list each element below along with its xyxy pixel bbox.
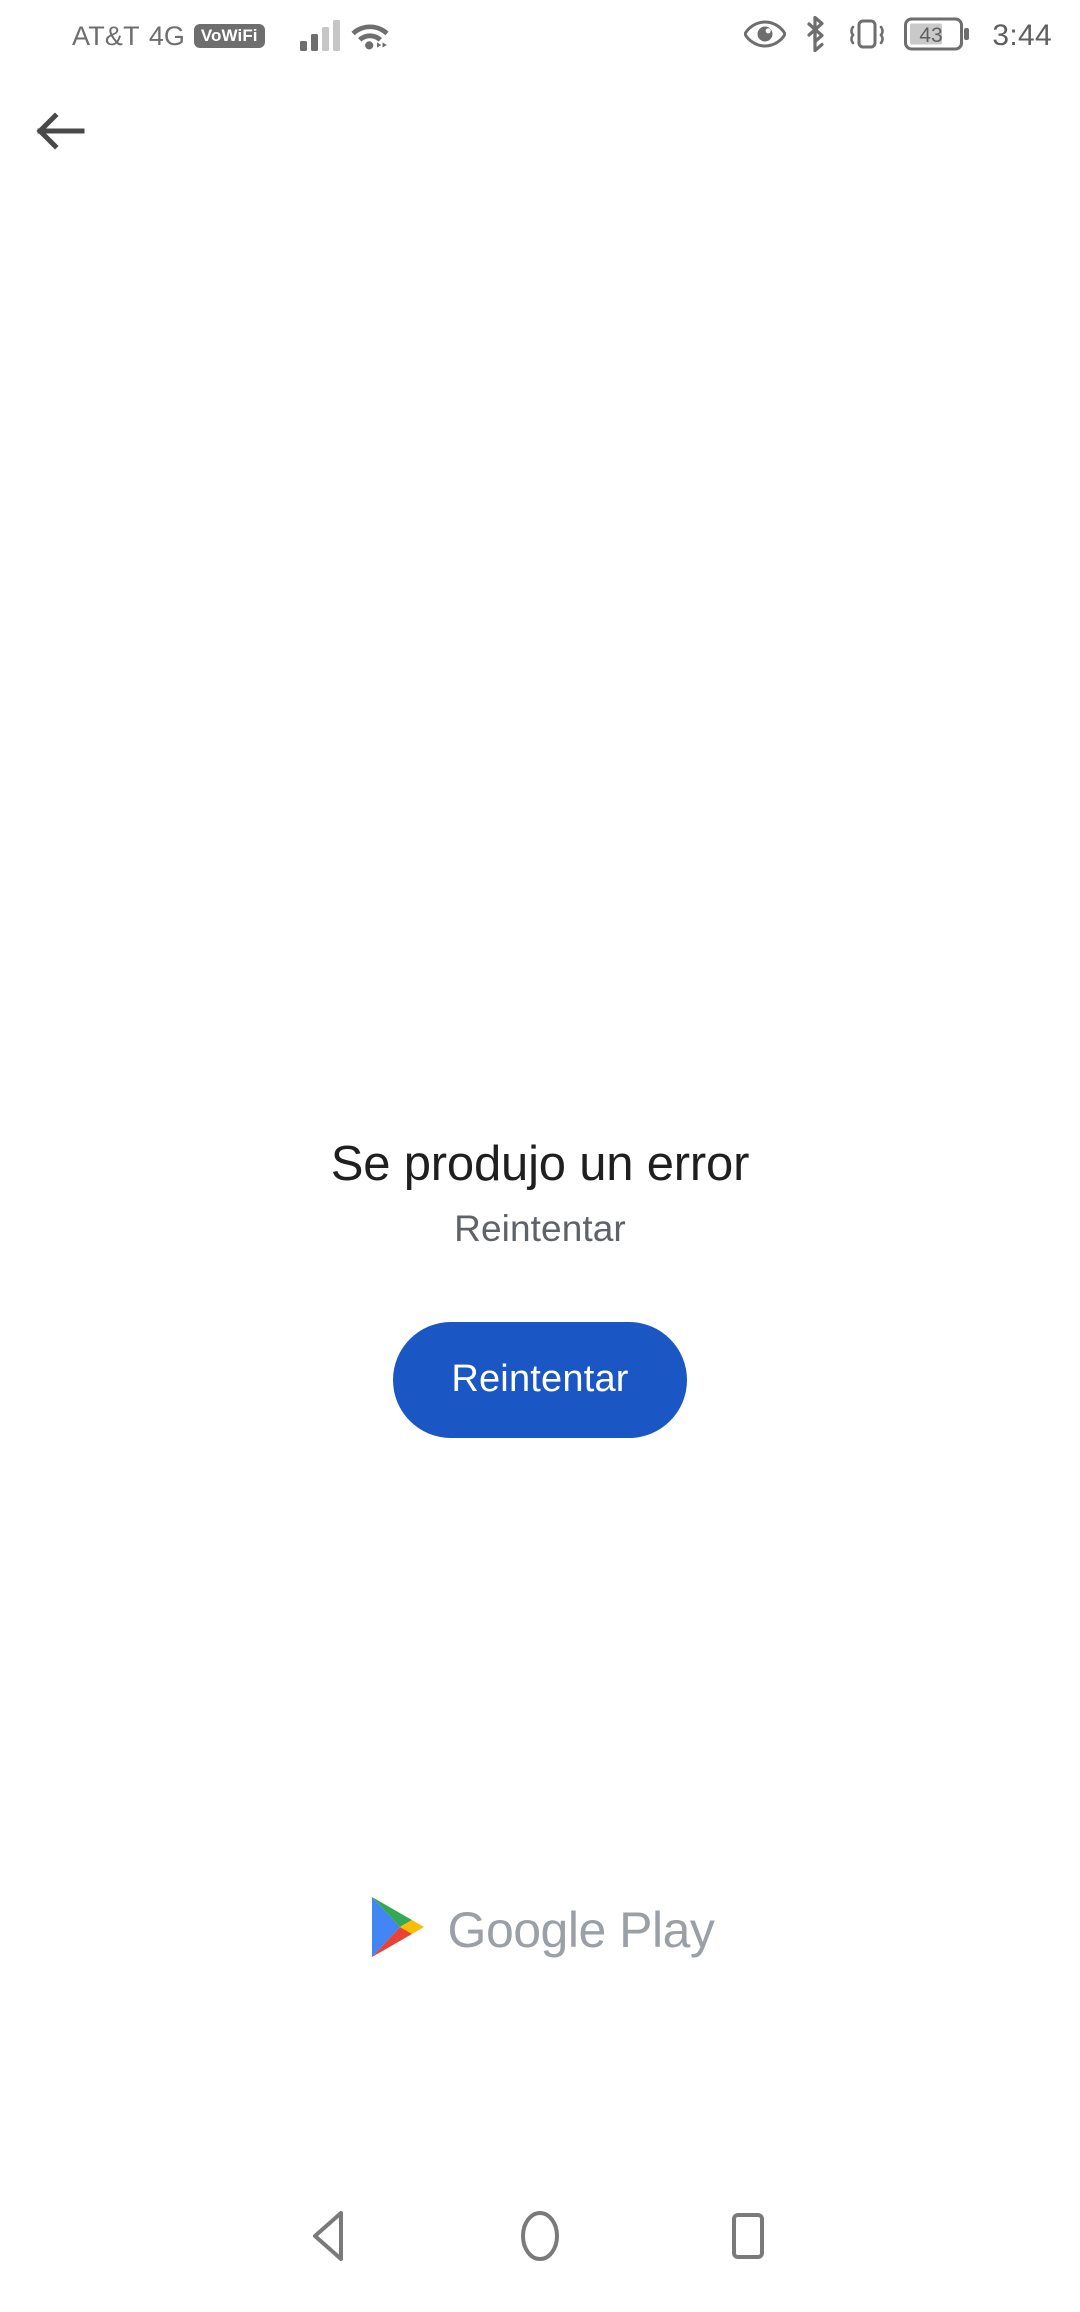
carrier-label: AT&T xyxy=(72,20,140,51)
google-play-wordmark: Google Play xyxy=(447,1901,715,1958)
retry-button[interactable]: Reintentar xyxy=(393,1321,687,1438)
clock-label: 3:44 xyxy=(992,19,1052,52)
android-navigation-bar xyxy=(0,2162,1080,2312)
signal-bars-icon xyxy=(299,20,340,51)
error-state-block: Se produjo un error Reintentar Reintenta… xyxy=(0,1137,1080,1438)
status-bar: AT&T 4G VoWiFi 43 3:44 xyxy=(0,0,1080,72)
status-bar-left: AT&T 4G VoWiFi xyxy=(72,17,391,56)
status-bar-right: 43 3:44 xyxy=(743,13,1052,60)
google-play-logo-icon xyxy=(366,1893,430,1966)
wifi-icon xyxy=(349,17,391,56)
error-title: Se produjo un error xyxy=(330,1137,750,1191)
vibrate-icon xyxy=(844,15,890,58)
network-type-label: 4G xyxy=(148,20,185,51)
nav-home-circle-icon xyxy=(515,2208,565,2267)
battery-level-text: 43 xyxy=(920,24,943,47)
back-button[interactable] xyxy=(8,80,112,184)
nav-recents-button[interactable] xyxy=(644,2162,852,2312)
bluetooth-icon xyxy=(800,13,830,60)
vowifi-badge: VoWiFi xyxy=(193,24,265,48)
top-app-bar xyxy=(0,72,1080,192)
eye-icon xyxy=(743,19,788,54)
main-content: Se produjo un error Reintentar Reintenta… xyxy=(0,192,1080,2162)
error-subtitle: Reintentar xyxy=(454,1207,626,1249)
app-screen: AT&T 4G VoWiFi 43 3:44 Se produjo un err… xyxy=(0,0,1080,2312)
nav-back-button[interactable] xyxy=(228,2162,436,2312)
nav-home-button[interactable] xyxy=(436,2162,644,2312)
battery-icon: 43 xyxy=(904,17,970,56)
arrow-left-icon xyxy=(32,103,88,162)
nav-recents-square-icon xyxy=(724,2209,772,2266)
google-play-branding: Google Play xyxy=(0,1893,1080,1966)
nav-back-triangle-icon xyxy=(307,2209,357,2266)
